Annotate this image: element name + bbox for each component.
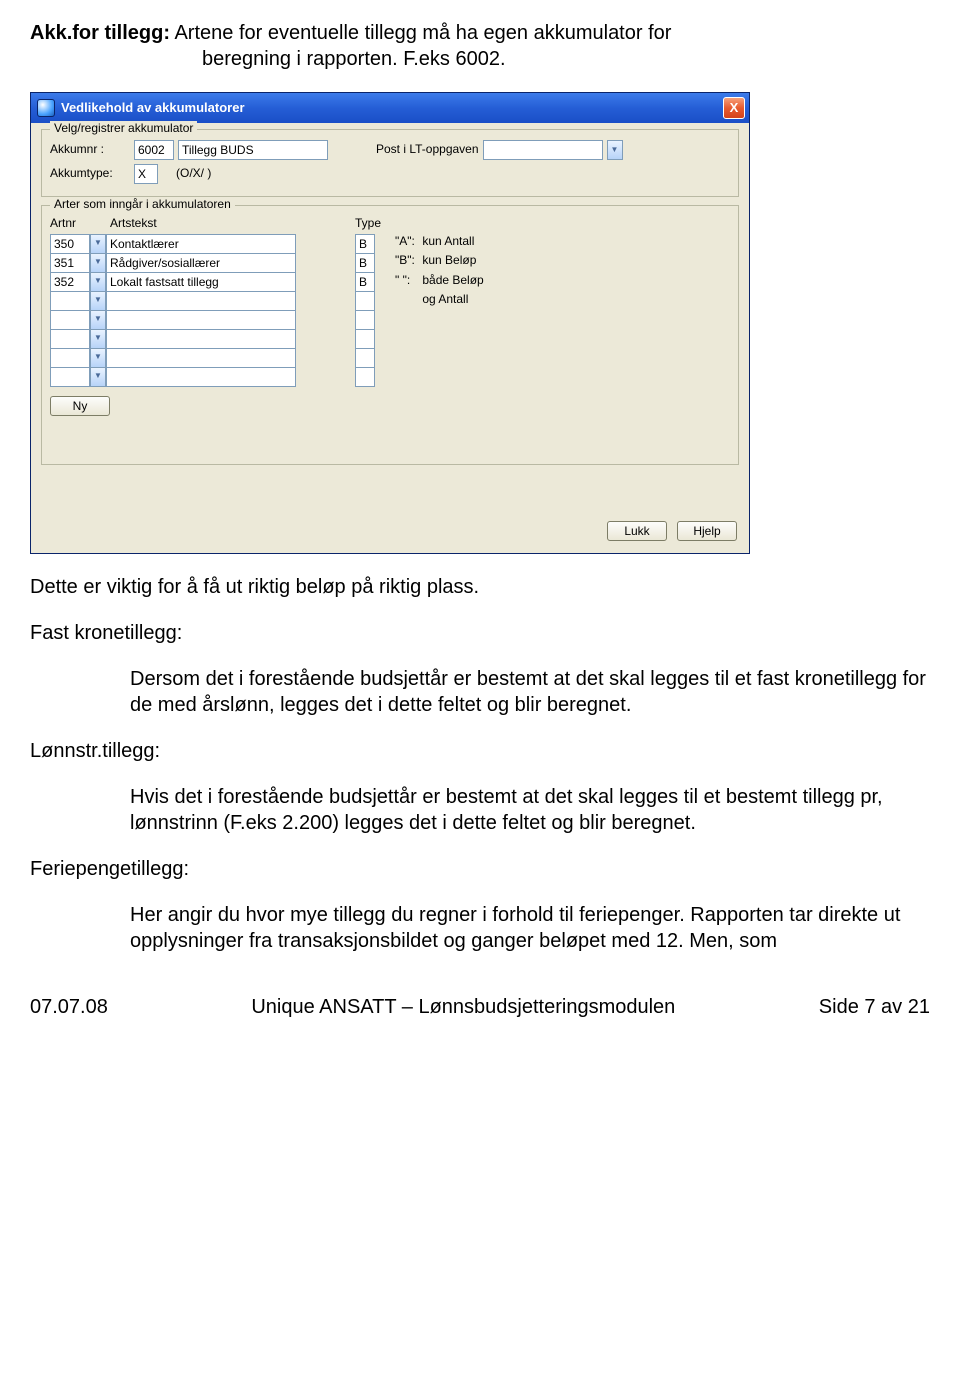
- ny-button[interactable]: Ny: [50, 396, 110, 416]
- paragraph-important: Dette er viktig for å få ut riktig beløp…: [30, 574, 930, 600]
- akkum-name-input[interactable]: [178, 140, 328, 160]
- type-input[interactable]: [355, 272, 375, 292]
- type-header: Type: [355, 216, 730, 232]
- artstekst-input[interactable]: [106, 310, 296, 330]
- artnr-input[interactable]: [50, 329, 90, 349]
- page-footer: 07.07.08 Unique ANSATT – Lønnsbudsjetter…: [30, 994, 930, 1020]
- footer-title: Unique ANSATT – Lønnsbudsjetteringsmodul…: [251, 994, 675, 1020]
- artnr-input[interactable]: [50, 253, 90, 273]
- artnr-input[interactable]: [50, 310, 90, 330]
- table-header: Artnr Artstekst: [50, 216, 345, 232]
- table-row: [355, 291, 375, 311]
- group-arter: Arter som inngår i akkumulatoren Artnr A…: [41, 205, 739, 465]
- akkumtype-label: Akkumtype:: [50, 166, 130, 182]
- artstekst-input[interactable]: [106, 253, 296, 273]
- akkumnr-input[interactable]: [134, 140, 174, 160]
- section-feriepenge-text: Her angir du hvor mye tillegg du regner …: [30, 902, 930, 954]
- table-row: ▼: [50, 329, 345, 349]
- type-input[interactable]: [355, 310, 375, 330]
- intro-text-line2: beregning i rapporten. F.eks 6002.: [30, 48, 506, 70]
- akkumtype-desc: (O/X/ ): [176, 166, 211, 182]
- table-row: [355, 234, 375, 254]
- post-lt-label: Post i LT-oppgaven: [376, 142, 479, 158]
- lukk-button[interactable]: Lukk: [607, 521, 667, 541]
- artnr-input[interactable]: [50, 367, 90, 387]
- type-input[interactable]: [355, 291, 375, 311]
- app-icon: [37, 99, 55, 117]
- type-input[interactable]: [355, 253, 375, 273]
- table-row: [355, 329, 375, 349]
- group-select-accumulator: Velg/registrer akkumulator Akkumnr : Pos…: [41, 129, 739, 197]
- table-row: [355, 272, 375, 292]
- section-feriepenge-label: Feriepengetillegg:: [30, 856, 930, 882]
- type-input[interactable]: [355, 367, 375, 387]
- footer-page: Side 7 av 21: [819, 994, 930, 1020]
- artnr-input[interactable]: [50, 291, 90, 311]
- table-row: ▼: [50, 310, 345, 330]
- post-lt-dropdown-icon[interactable]: ▼: [607, 140, 623, 160]
- post-lt-input[interactable]: [483, 140, 603, 160]
- accumulator-dialog: Vedlikehold av akkumulatorer X Velg/regi…: [30, 92, 750, 554]
- artstekst-input[interactable]: [106, 348, 296, 368]
- artstekst-input[interactable]: [106, 234, 296, 254]
- artstekst-input[interactable]: [106, 272, 296, 292]
- artnr-dropdown-icon[interactable]: ▼: [90, 291, 106, 311]
- artnr-input[interactable]: [50, 234, 90, 254]
- group2-legend: Arter som inngår i akkumulatoren: [50, 197, 235, 213]
- artnr-dropdown-icon[interactable]: ▼: [90, 329, 106, 349]
- hdr-tekst: Artstekst: [110, 216, 300, 232]
- type-input[interactable]: [355, 234, 375, 254]
- hdr-type: Type: [355, 216, 395, 232]
- type-legend-line: " ": både Beløp: [395, 273, 484, 289]
- table-row: [355, 348, 375, 368]
- table-row: ▼: [50, 253, 345, 273]
- group1-legend: Velg/registrer akkumulator: [50, 121, 197, 137]
- dialog-title: Vedlikehold av akkumulatorer: [61, 100, 723, 117]
- artnr-dropdown-icon[interactable]: ▼: [90, 310, 106, 330]
- table-row: ▼: [50, 291, 345, 311]
- akkumnr-label: Akkumnr :: [50, 142, 130, 158]
- table-row: [355, 310, 375, 330]
- artnr-dropdown-icon[interactable]: ▼: [90, 348, 106, 368]
- type-legend-line: og Antall: [395, 292, 484, 308]
- artnr-input[interactable]: [50, 348, 90, 368]
- type-legend-line: "B": kun Beløp: [395, 253, 484, 269]
- table-row: ▼: [50, 348, 345, 368]
- artstekst-input[interactable]: [106, 367, 296, 387]
- intro-label: Akk.for tillegg:: [30, 22, 170, 44]
- artstekst-input[interactable]: [106, 329, 296, 349]
- table-row: ▼: [50, 272, 345, 292]
- akkumtype-input[interactable]: [134, 164, 158, 184]
- hdr-artnr: Artnr: [50, 216, 106, 232]
- artnr-input[interactable]: [50, 272, 90, 292]
- artnr-dropdown-icon[interactable]: ▼: [90, 253, 106, 273]
- artnr-dropdown-icon[interactable]: ▼: [90, 272, 106, 292]
- section-fast-kronetillegg-text: Dersom det i forestående budsjettår er b…: [30, 666, 930, 718]
- type-input[interactable]: [355, 348, 375, 368]
- section-fast-kronetillegg-label: Fast kronetillegg:: [30, 620, 930, 646]
- intro-paragraph: Akk.for tillegg: Artene for eventuelle t…: [30, 20, 930, 72]
- table-row: ▼: [50, 234, 345, 254]
- hjelp-button[interactable]: Hjelp: [677, 521, 737, 541]
- table-row: [355, 253, 375, 273]
- intro-text-line1: Artene for eventuelle tillegg må ha egen…: [174, 22, 671, 44]
- artstekst-input[interactable]: [106, 291, 296, 311]
- table-row: [355, 367, 375, 387]
- artnr-dropdown-icon[interactable]: ▼: [90, 367, 106, 387]
- artnr-dropdown-icon[interactable]: ▼: [90, 234, 106, 254]
- table-row: ▼: [50, 367, 345, 387]
- titlebar[interactable]: Vedlikehold av akkumulatorer X: [31, 93, 749, 123]
- type-input[interactable]: [355, 329, 375, 349]
- type-legend-line: "A": kun Antall: [395, 234, 484, 250]
- section-lonnstr-label: Lønnstr.tillegg:: [30, 738, 930, 764]
- close-icon[interactable]: X: [723, 97, 745, 119]
- footer-date: 07.07.08: [30, 994, 108, 1020]
- section-lonnstr-text: Hvis det i forestående budsjettår er bes…: [30, 784, 930, 836]
